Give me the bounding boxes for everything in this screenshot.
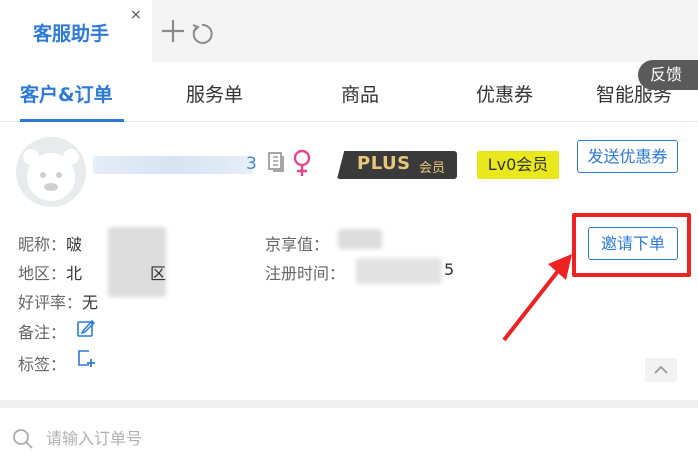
annotation-highlight-box xyxy=(572,213,691,277)
edit-icon[interactable] xyxy=(77,319,95,337)
chevron-up-icon xyxy=(654,365,668,374)
plus-badge-main: PLUS xyxy=(357,153,411,174)
level-badge: Lv0会员 xyxy=(477,151,559,179)
tab-service-order[interactable]: 服务单 xyxy=(186,80,243,107)
remark-row: 备注： xyxy=(18,319,66,343)
register-time-row: 注册时间： xyxy=(265,260,345,284)
nickname-label: 昵称： xyxy=(18,235,67,254)
window-tab-strip: 客服助手 × xyxy=(0,0,698,62)
close-icon[interactable]: × xyxy=(130,7,142,23)
send-coupon-button[interactable]: 发送优惠券 xyxy=(577,140,678,173)
rating-row: 好评率：无 xyxy=(18,289,98,313)
customer-name-redacted xyxy=(93,156,253,174)
register-time-redacted xyxy=(356,258,442,284)
feedback-button[interactable]: 反馈 xyxy=(638,60,698,90)
search-icon xyxy=(13,429,33,449)
nickname-row: 昵称：啵 xyxy=(18,231,82,255)
region-prefix: 北 xyxy=(66,264,83,283)
tab-title: 客服助手 xyxy=(33,23,110,45)
remark-label: 备注： xyxy=(18,323,67,342)
annotation-arrow-icon xyxy=(502,254,572,342)
region-label: 地区： xyxy=(18,264,67,283)
register-label: 注册时间： xyxy=(265,264,346,283)
copy-icon[interactable] xyxy=(268,152,286,172)
region-suffix: 区 xyxy=(150,264,167,283)
tags-row: 标签： xyxy=(18,351,66,375)
rating-value: 无 xyxy=(82,293,99,312)
add-tag-icon[interactable] xyxy=(77,349,97,369)
jing-value-label: 京享值： xyxy=(265,235,330,254)
plus-member-badge: PLUS 会员 xyxy=(337,151,457,179)
region-row: 地区：北 xyxy=(18,260,82,284)
plus-icon[interactable] xyxy=(160,18,186,44)
tab-customer-assistant[interactable]: 客服助手 × xyxy=(0,0,152,62)
plus-badge-sub: 会员 xyxy=(419,161,446,176)
rating-label: 好评率： xyxy=(18,293,83,312)
order-search-input[interactable] xyxy=(46,424,446,452)
avatar xyxy=(16,137,86,207)
section-divider xyxy=(0,400,698,408)
default-avatar-icon xyxy=(23,149,79,201)
tab-customer-order[interactable]: 客户&订单 xyxy=(20,80,113,107)
customer-name-tail: 3 xyxy=(246,154,257,174)
jing-value-row: 京享值： xyxy=(265,231,329,255)
female-icon xyxy=(293,149,311,176)
register-time-tail: 5 xyxy=(444,260,455,279)
tags-label: 标签： xyxy=(18,355,67,374)
collapse-button[interactable] xyxy=(645,358,677,382)
tab-products[interactable]: 商品 xyxy=(341,80,379,107)
nickname-value: 啵 xyxy=(66,235,83,254)
tab-coupons[interactable]: 优惠券 xyxy=(476,80,533,107)
nav-tabs: 客户&订单 服务单 商品 优惠券 智能服务 xyxy=(0,62,698,122)
active-tab-underline xyxy=(20,119,124,122)
jing-value-redacted xyxy=(338,229,382,249)
refresh-icon[interactable] xyxy=(190,22,214,46)
